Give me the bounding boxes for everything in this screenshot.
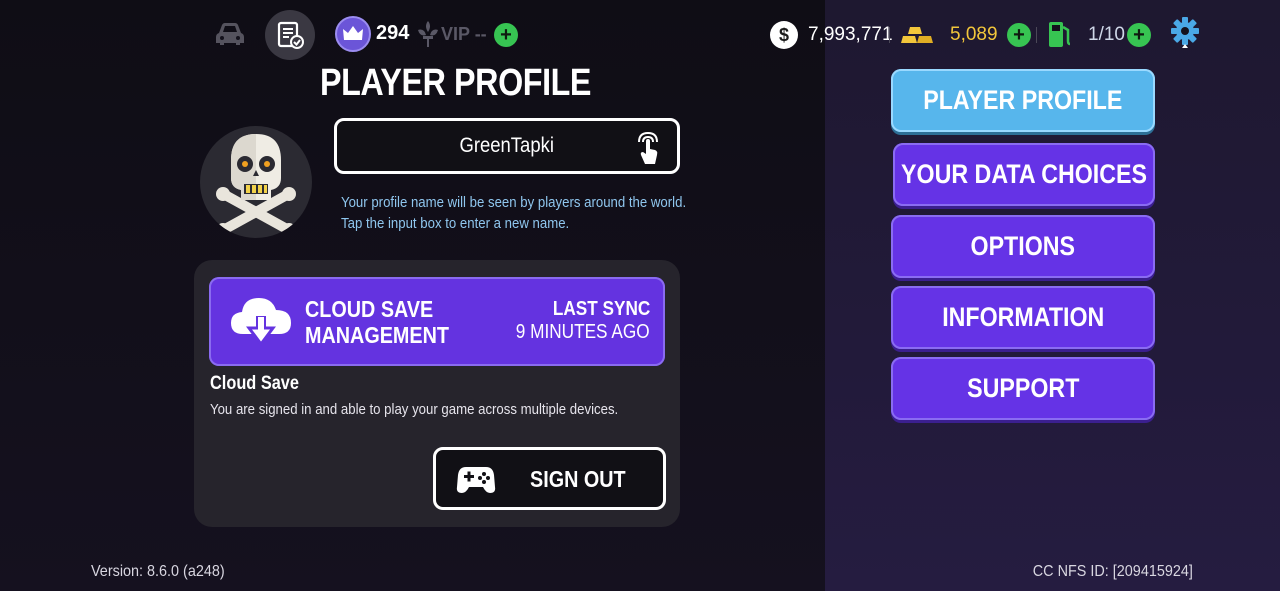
nfs-id-text: CC NFS ID: [209415924]: [1032, 563, 1193, 580]
fuel-pump-icon: [1046, 19, 1074, 49]
gold-plus-button[interactable]: +: [1007, 23, 1031, 47]
profile-checklist-icon[interactable]: [265, 10, 315, 60]
menu-label: YOUR DATA CHOICES: [901, 159, 1147, 189]
menu-information[interactable]: INFORMATION: [891, 286, 1155, 349]
crown-icon[interactable]: [335, 16, 371, 52]
fuel-plus-button[interactable]: +: [1127, 23, 1151, 47]
menu-label: PLAYER PROFILE: [923, 85, 1123, 115]
avatar[interactable]: [200, 126, 312, 238]
menu-label: INFORMATION: [941, 302, 1105, 332]
gear-icon[interactable]: [1169, 16, 1201, 52]
player-profile-screen: 294 VIP -- + $ 7,993,771 5,089 + 1/10 + …: [0, 0, 1280, 591]
version-text: Version: 8.6.0 (a248): [91, 563, 225, 580]
gamepad-icon: [456, 463, 496, 495]
gold-value: 5,089: [950, 24, 998, 45]
sign-out-button[interactable]: SIGN OUT: [433, 447, 666, 510]
menu-label: SUPPORT: [966, 373, 1080, 403]
menu-support[interactable]: SUPPORT: [891, 357, 1155, 420]
menu-player-profile[interactable]: PLAYER PROFILE: [891, 69, 1155, 132]
player-name-value: GreenTapki: [459, 134, 555, 157]
cloud-save-description: You are signed in and able to play your …: [210, 401, 619, 418]
menu-label: OPTIONS: [970, 231, 1076, 261]
rank-value: 294: [376, 22, 410, 44]
player-name-input[interactable]: GreenTapki: [334, 118, 680, 174]
page-title: PLAYER PROFILE: [320, 62, 592, 104]
cloud-download-icon: [229, 292, 293, 350]
divider: [889, 27, 890, 43]
cloud-save-heading: Cloud Save: [210, 373, 299, 394]
skull-crossbones-icon: [216, 134, 296, 234]
vip-label: VIP --: [441, 24, 487, 44]
menu-options[interactable]: OPTIONS: [891, 215, 1155, 278]
cash-value: 7,993,771: [808, 24, 893, 45]
gold-bars-icon: [900, 24, 936, 46]
fuel-value: 1/10: [1088, 24, 1125, 45]
last-sync-time: 9 MINUTES AGO: [516, 321, 650, 343]
menu-your-data-choices[interactable]: YOUR DATA CHOICES: [893, 143, 1155, 206]
last-sync-label: LAST SYNC: [552, 298, 650, 320]
cloud-save-title: CLOUD SAVE MANAGEMENT: [305, 296, 449, 348]
name-hint: Your profile name will be seen by player…: [341, 194, 687, 232]
tap-gesture-icon: [635, 130, 663, 166]
vip-plus-button[interactable]: +: [494, 23, 518, 47]
top-bar: 294 VIP -- + $ 7,993,771 5,089 + 1/10 +: [0, 0, 1280, 70]
sign-out-label: SIGN OUT: [530, 466, 626, 492]
divider: [1036, 27, 1037, 43]
dollar-icon: $: [770, 21, 798, 49]
fleur-de-lis-icon: [414, 19, 442, 49]
car-icon[interactable]: [212, 18, 248, 50]
